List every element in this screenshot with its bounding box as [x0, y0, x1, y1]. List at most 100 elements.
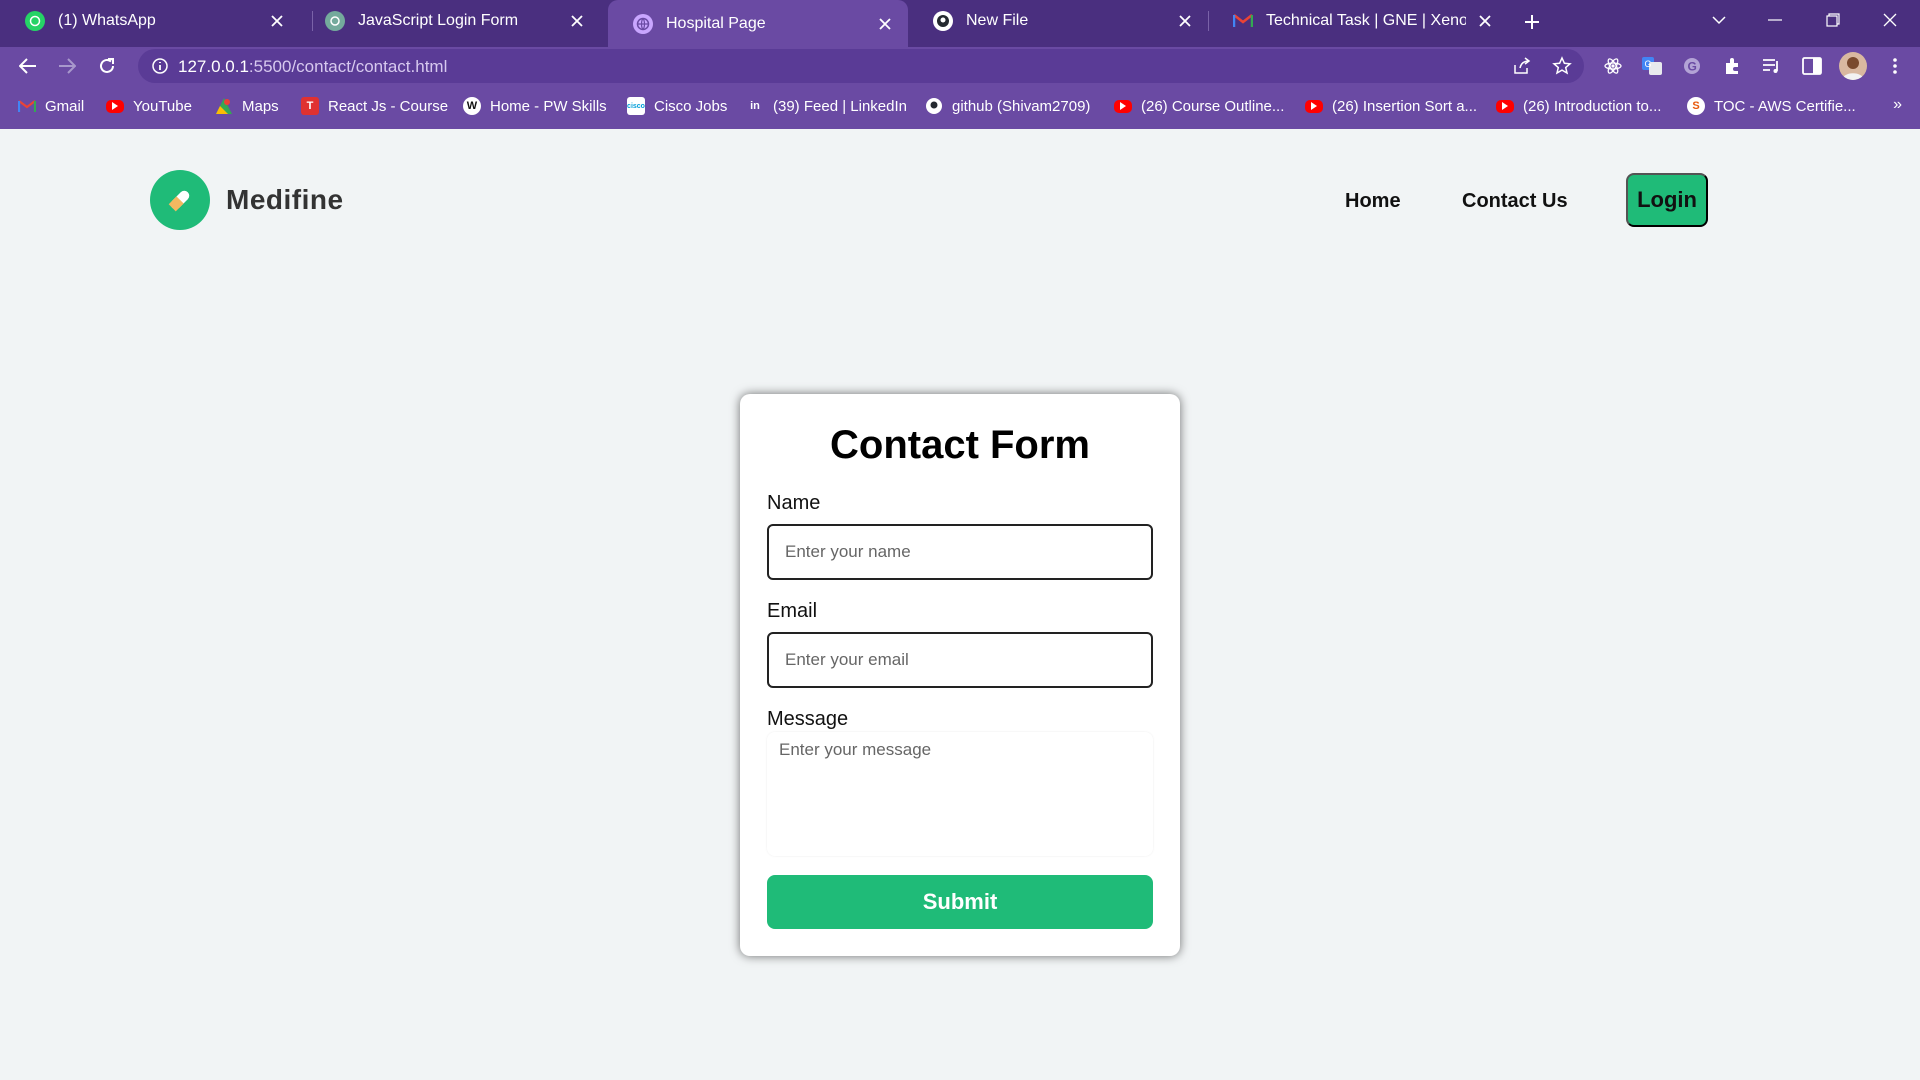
gmail-icon: [18, 97, 36, 115]
bookmark-label: (39) Feed | LinkedIn: [773, 97, 907, 115]
browser-menu-icon[interactable]: [1882, 53, 1908, 79]
youtube-icon: [1496, 99, 1514, 113]
bookmark-star-icon[interactable]: [1551, 55, 1573, 77]
tab-title: Technical Task | GNE | XenonStack: [1266, 11, 1466, 29]
bookmarks-bar: Gmail YouTube Maps T React Js - Course W…: [0, 84, 1920, 129]
bookmark-course-outline[interactable]: (26) Course Outline...: [1114, 94, 1284, 118]
close-icon[interactable]: [1474, 10, 1496, 32]
google-translate-icon[interactable]: G: [1639, 53, 1665, 79]
svg-text:G: G: [1688, 60, 1697, 74]
restore-icon[interactable]: [1811, 4, 1855, 36]
new-tab-button[interactable]: [1518, 8, 1546, 36]
message-label: Message: [767, 708, 849, 730]
bookmark-label: (26) Insertion Sort a...: [1332, 97, 1478, 115]
bookmark-insertion-sort[interactable]: (26) Insertion Sort a...: [1305, 94, 1477, 118]
close-icon[interactable]: [874, 13, 896, 35]
github-icon: [933, 10, 953, 31]
course-icon: T: [301, 97, 319, 115]
pw-skills-icon: W: [463, 97, 481, 115]
cisco-icon: cisco: [627, 97, 645, 115]
reload-icon[interactable]: [92, 51, 122, 81]
browser-toolbar: 127.0.0.1:5500/contact/contact.html G G: [0, 47, 1920, 84]
extensions-puzzle-icon[interactable]: [1719, 53, 1745, 79]
page-content: Medifine Home Contact Us Login Contact F…: [0, 129, 1920, 1080]
bookmark-label: (26) Course Outline...: [1141, 97, 1285, 115]
tab-technical-task[interactable]: Technical Task | GNE | XenonStack: [1208, 0, 1508, 41]
bookmark-label: Cisco Jobs: [654, 97, 728, 115]
bookmark-label: React Js - Course: [328, 97, 449, 115]
bookmark-pw-skills[interactable]: W Home - PW Skills: [463, 94, 607, 118]
site-info-icon[interactable]: [150, 56, 170, 76]
email-input[interactable]: [767, 632, 1153, 688]
brand-name: Medifine: [226, 184, 344, 215]
close-window-icon[interactable]: [1868, 4, 1912, 36]
bookmarks-overflow-icon[interactable]: »: [1893, 96, 1902, 114]
side-panel-icon[interactable]: [1799, 53, 1825, 79]
name-input[interactable]: [767, 524, 1153, 580]
url-text: 127.0.0.1:5500/contact/contact.html: [178, 57, 447, 77]
name-label: Name: [767, 492, 821, 514]
close-icon[interactable]: [1174, 10, 1196, 32]
forward-arrow-icon[interactable]: [52, 51, 82, 81]
linkedin-icon: in: [750, 100, 760, 112]
bookmark-label: TOC - AWS Certifie...: [1714, 97, 1856, 115]
openai-icon: [325, 10, 345, 31]
minimize-icon[interactable]: [1753, 4, 1797, 36]
github-icon: [925, 97, 943, 115]
aws-icon: S: [1687, 97, 1705, 115]
url-host: 127.0.0.1: [178, 57, 249, 76]
tab-whatsapp[interactable]: (1) WhatsApp: [0, 0, 300, 41]
email-label: Email: [767, 600, 818, 622]
svg-text:G: G: [1645, 59, 1652, 69]
bookmark-youtube[interactable]: YouTube: [106, 94, 192, 118]
nav-home-link[interactable]: Home: [1345, 190, 1401, 213]
profile-avatar[interactable]: [1839, 52, 1867, 80]
close-icon[interactable]: [566, 10, 588, 32]
share-icon[interactable]: [1511, 55, 1533, 77]
grammarly-icon[interactable]: G: [1679, 53, 1705, 79]
bookmark-linkedin[interactable]: in (39) Feed | LinkedIn: [746, 94, 907, 118]
url-path: :5500/contact/contact.html: [248, 57, 448, 76]
bookmark-aws-certified[interactable]: S TOC - AWS Certifie...: [1687, 94, 1856, 118]
react-devtools-icon[interactable]: [1600, 53, 1626, 79]
youtube-icon: [1305, 99, 1323, 113]
pill-icon: [150, 170, 210, 230]
tab-title: Hospital Page: [666, 14, 766, 32]
bookmark-label: YouTube: [133, 97, 192, 115]
bookmark-react-course[interactable]: T React Js - Course: [301, 94, 448, 118]
globe-icon: [633, 13, 653, 34]
bookmark-label: Maps: [242, 97, 279, 115]
nav-contact-link[interactable]: Contact Us: [1462, 190, 1568, 213]
tab-title: New File: [966, 11, 1029, 29]
login-button[interactable]: Login: [1626, 173, 1708, 227]
tab-search-chevron-icon[interactable]: [1697, 4, 1741, 36]
submit-button[interactable]: Submit: [767, 875, 1153, 929]
browser-tab-strip: (1) WhatsApp JavaScript Login Form Hospi…: [0, 0, 1920, 47]
bookmark-introduction[interactable]: (26) Introduction to...: [1496, 94, 1661, 118]
youtube-icon: [106, 99, 124, 113]
bookmark-label: github (Shivam2709): [952, 97, 1091, 115]
tab-javascript-login-form[interactable]: JavaScript Login Form: [300, 0, 600, 41]
bookmark-gmail[interactable]: Gmail: [18, 94, 84, 118]
bookmark-label: Gmail: [45, 97, 85, 115]
bookmark-label: Home - PW Skills: [490, 97, 607, 115]
gmail-icon: [1233, 11, 1253, 31]
bookmark-maps[interactable]: Maps: [215, 94, 279, 118]
close-icon[interactable]: [266, 10, 288, 32]
maps-icon: [215, 97, 233, 115]
whatsapp-icon: [25, 10, 45, 31]
media-playlist-icon[interactable]: [1759, 53, 1785, 79]
bookmark-label: (26) Introduction to...: [1523, 97, 1662, 115]
brand-logo[interactable]: Medifine: [150, 170, 344, 230]
form-title: Contact Form: [830, 423, 1090, 467]
tab-title: JavaScript Login Form: [358, 11, 519, 29]
back-arrow-icon[interactable]: [13, 51, 43, 81]
tab-title: (1) WhatsApp: [58, 11, 156, 29]
tab-new-file[interactable]: New File: [908, 0, 1208, 41]
message-textarea[interactable]: [767, 732, 1153, 856]
address-bar[interactable]: 127.0.0.1:5500/contact/contact.html: [138, 49, 1584, 83]
youtube-icon: [1114, 99, 1132, 113]
tab-hospital-page[interactable]: Hospital Page: [608, 0, 908, 47]
bookmark-github[interactable]: github (Shivam2709): [925, 94, 1090, 118]
bookmark-cisco-jobs[interactable]: cisco Cisco Jobs: [627, 94, 727, 118]
